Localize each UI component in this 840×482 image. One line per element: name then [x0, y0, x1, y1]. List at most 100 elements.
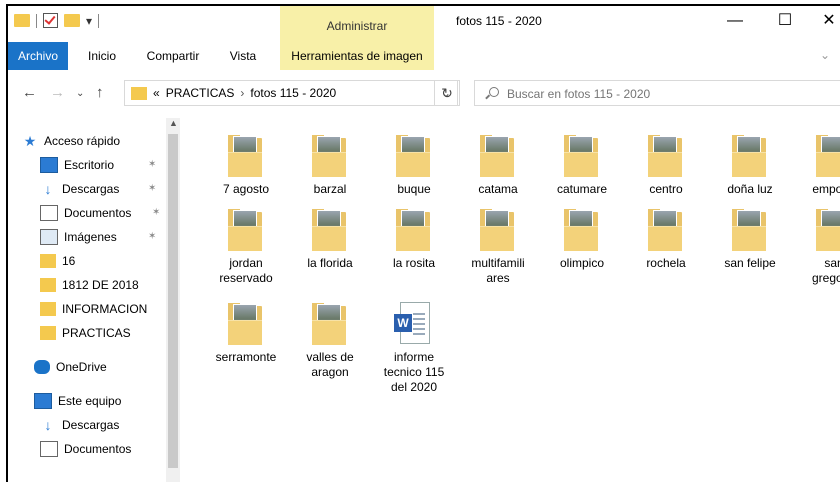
folder-thumbnail-icon	[312, 134, 346, 177]
nav-item-informacion[interactable]: INFORMACION	[40, 298, 166, 320]
folder-thumbnail-icon	[228, 134, 262, 177]
folder-thumbnail-icon	[648, 208, 682, 251]
item-name: emporio	[812, 182, 840, 196]
item-name: rochela	[646, 256, 686, 270]
pin-icon[interactable]: ✶	[148, 231, 156, 242]
quick-access-toolbar: ▾	[14, 13, 100, 28]
nav-item-documentos-pc[interactable]: Documentos	[40, 438, 131, 460]
tab-herramientas-de-imagen[interactable]: Herramientas de imagen	[280, 42, 434, 70]
breadcrumb-current[interactable]: fotos 115 - 2020	[250, 86, 336, 100]
file-item[interactable]: Winforme tecnico 115 del 2020	[374, 302, 454, 394]
scroll-up-icon[interactable]: ▲	[169, 118, 178, 128]
folder-item[interactable]: jordan reservado	[206, 208, 286, 285]
nav-item-practicas[interactable]: PRACTICAS	[40, 322, 131, 344]
search-input[interactable]	[505, 83, 829, 105]
folder-item[interactable]: catama	[458, 134, 538, 204]
refresh-button[interactable]: ↻	[434, 80, 460, 106]
explorer-window: ▾ Administrar fotos 115 - 2020 — ☐ ✕ Arc…	[6, 4, 840, 482]
nav-item-imagenes[interactable]: Imágenes	[40, 226, 117, 248]
nav-item-16[interactable]: 16	[40, 250, 75, 272]
address-bar[interactable]: « PRACTICAS › fotos 115 - 2020 ⌄	[124, 80, 458, 106]
breadcrumb-practicas[interactable]: PRACTICAS	[166, 86, 235, 100]
chevron-right-icon[interactable]: ›	[240, 86, 244, 100]
folder-item[interactable]: barzal	[290, 134, 370, 204]
nav-item-descargas[interactable]: ↓ Descargas	[40, 178, 120, 200]
folder-thumbnail-icon	[228, 302, 262, 345]
pin-icon[interactable]: ✶	[148, 159, 156, 170]
nav-item-1812-de-2018[interactable]: 1812 DE 2018	[40, 274, 139, 296]
context-tab-header: Administrar	[280, 6, 434, 42]
folder-item[interactable]: 7 agosto	[206, 134, 286, 204]
up-button[interactable]: ↑	[96, 84, 104, 101]
item-name: la florida	[307, 256, 353, 270]
window-title: fotos 115 - 2020	[456, 14, 542, 28]
tab-vista[interactable]: Vista	[220, 42, 266, 70]
nav-scrollbar[interactable]: ▲	[166, 118, 180, 482]
document-icon	[40, 205, 58, 221]
pin-icon[interactable]: ✶	[152, 207, 160, 218]
back-button[interactable]: ←	[22, 84, 37, 101]
folder-icon	[40, 326, 56, 340]
folder-item[interactable]: la rosita	[374, 208, 454, 278]
nav-item-label: INFORMACION	[62, 302, 148, 316]
separator	[98, 13, 100, 28]
folder-item[interactable]: la florida	[290, 208, 370, 278]
new-folder-icon[interactable]	[64, 14, 80, 27]
nav-item-descargas-pc[interactable]: ↓ Descargas	[40, 414, 120, 436]
folder-item[interactable]: multifamili ares	[458, 208, 538, 285]
close-button[interactable]: ✕	[816, 10, 840, 32]
item-name: san felipe	[724, 256, 776, 270]
folder-item[interactable]: san felipe	[710, 208, 790, 278]
maximize-button[interactable]: ☐	[772, 10, 798, 32]
navigation-pane: ★ Acceso rápido Escritorio ✶ ↓ Descargas…	[8, 116, 180, 482]
tab-inicio[interactable]: Inicio	[80, 42, 124, 70]
folder-icon	[14, 14, 30, 27]
tab-compartir[interactable]: Compartir	[140, 42, 206, 70]
item-name: centro	[649, 182, 683, 196]
folder-icon	[40, 254, 56, 268]
folder-item[interactable]: serramonte	[206, 302, 286, 372]
folder-thumbnail-icon	[396, 134, 430, 177]
minimize-button[interactable]: —	[722, 10, 748, 32]
item-name: barzal	[313, 182, 347, 196]
nav-item-escritorio[interactable]: Escritorio	[40, 154, 114, 176]
nav-item-label: OneDrive	[56, 360, 107, 374]
nav-item-label: Imágenes	[64, 230, 117, 244]
scrollbar-thumb[interactable]	[168, 134, 178, 468]
folder-item[interactable]: olimpico	[542, 208, 622, 278]
folder-item[interactable]: doña luz	[710, 134, 790, 204]
item-name: doña luz	[727, 182, 773, 196]
folder-item[interactable]: catumare	[542, 134, 622, 204]
search-box[interactable]	[474, 80, 840, 106]
pin-icon[interactable]: ✶	[148, 183, 156, 194]
item-name: multifamili ares	[471, 256, 525, 285]
folder-item[interactable]: san gregorio	[794, 208, 840, 285]
nav-item-onedrive[interactable]: OneDrive	[34, 356, 107, 378]
ribbon-expand-icon[interactable]: ⌄	[820, 48, 830, 62]
ribbon-tabs: Archivo Inicio Compartir Vista Herramien…	[8, 42, 840, 71]
item-name: san gregorio	[811, 256, 840, 285]
folder-item[interactable]: buque	[374, 134, 454, 204]
item-name: serramonte	[215, 350, 277, 364]
nav-item-este-equipo[interactable]: Este equipo	[34, 390, 121, 412]
forward-button[interactable]: →	[50, 84, 65, 101]
folder-thumbnail-icon	[564, 134, 598, 177]
folder-thumbnail-icon	[816, 208, 840, 251]
folder-item[interactable]: emporio	[794, 134, 840, 204]
folder-thumbnail-icon	[312, 302, 346, 345]
folder-thumbnail-icon	[732, 134, 766, 177]
nav-item-label: PRACTICAS	[62, 326, 131, 340]
nav-item-acceso-rapido[interactable]: ★ Acceso rápido	[22, 130, 120, 152]
folder-item[interactable]: valles de aragon	[290, 302, 370, 379]
nav-item-documentos[interactable]: Documentos	[40, 202, 131, 224]
recent-locations-icon[interactable]: ⌄	[76, 88, 84, 99]
folder-icon	[40, 302, 56, 316]
customize-toolbar-icon[interactable]: ▾	[86, 14, 92, 28]
folder-item[interactable]: centro	[626, 134, 706, 204]
tab-archivo[interactable]: Archivo	[8, 42, 68, 70]
path-overflow[interactable]: «	[153, 86, 160, 100]
folder-item[interactable]: rochela	[626, 208, 706, 278]
cloud-icon	[34, 360, 50, 374]
folder-thumbnail-icon	[732, 208, 766, 251]
properties-icon[interactable]	[43, 13, 58, 28]
